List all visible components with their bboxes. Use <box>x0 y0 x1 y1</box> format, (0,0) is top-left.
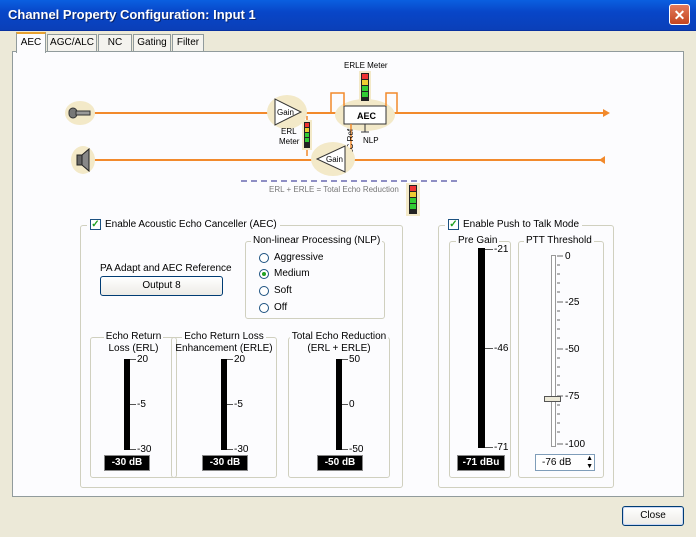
nlp-option-medium[interactable]: Medium <box>259 268 310 279</box>
spin-down-icon[interactable]: ▼ <box>586 463 593 470</box>
radio-soft[interactable] <box>259 285 269 296</box>
spin-up-icon[interactable]: ▲ <box>586 455 593 462</box>
radio-off[interactable] <box>259 302 269 313</box>
window-close-button[interactable]: ✕ <box>669 4 690 25</box>
nlp-option-aggressive[interactable]: Aggressive <box>259 252 323 263</box>
erl-tick-bottom: -30 <box>137 444 152 455</box>
total-readout: -50 dB <box>317 455 363 471</box>
tab-nc[interactable]: NC <box>98 34 132 51</box>
erl-tick-mid: -5 <box>137 399 146 410</box>
pa-output-button[interactable]: Output 8 <box>100 276 223 296</box>
total-tick-mid: 0 <box>349 399 355 410</box>
ptt-tick-100: -100 <box>565 439 586 450</box>
total-tick-top: 50 <box>349 354 361 365</box>
ptt-tick-25: -25 <box>565 297 580 308</box>
aec-block-label: AEC <box>357 111 377 121</box>
ptt-threshold-title: PTT Threshold <box>524 235 594 246</box>
nlp-option-soft[interactable]: Soft <box>259 285 292 296</box>
nlp-medium-label: Medium <box>274 268 310 279</box>
erl-led-yellow <box>305 128 309 132</box>
enable-ptt-checkbox[interactable]: ✓ <box>448 219 459 230</box>
tab-aec[interactable]: AEC <box>16 32 46 53</box>
nlp-option-off[interactable]: Off <box>259 302 287 313</box>
erle-title-1: Echo Return Loss <box>182 331 266 342</box>
nlp-soft-label: Soft <box>274 285 292 296</box>
total-tick-bottom: -50 <box>349 444 364 455</box>
total-echo-label: ERL + ERLE = Total Echo Reduction <box>269 185 399 194</box>
gain-bottom-label: Gain <box>326 155 343 164</box>
ptt-tick-75: -75 <box>565 391 580 402</box>
erle-tick-bottom: -30 <box>234 444 249 455</box>
pre-gain-title: Pre Gain <box>456 235 500 246</box>
enable-ptt-checkbox-row[interactable]: ✓ Enable Push to Talk Mode <box>445 219 583 230</box>
aec-tab-panel: Gain ERL Meter AEC NLP AEC Ref ERLE Mete… <box>12 51 684 497</box>
erl-meter-label-line2: Meter <box>279 137 300 146</box>
erl-title-1: Echo Return <box>103 331 164 342</box>
ptt-threshold-thumb[interactable] <box>544 395 561 402</box>
total-title-2: (ERL + ERLE) <box>307 343 371 354</box>
erle-meter-label: ERLE Meter <box>344 61 388 70</box>
erle-readout: -30 dB <box>202 455 248 471</box>
erle-tick-top: 20 <box>234 354 246 365</box>
erl-title-2: Loss (ERL) <box>108 343 159 354</box>
radio-aggressive[interactable] <box>259 252 269 263</box>
gain-top-label: Gain <box>277 108 294 117</box>
erle-tick-mid: -5 <box>234 399 243 410</box>
ptt-tick-50: -50 <box>565 344 580 355</box>
pre-gain-meter-bar <box>478 248 485 448</box>
tab-agc-alc[interactable]: AGC/ALC <box>47 34 97 51</box>
tab-gating[interactable]: Gating <box>133 34 171 51</box>
nlp-off-label: Off <box>274 302 288 313</box>
ptt-threshold-value[interactable]: -76 dB <box>542 457 571 468</box>
ptt-threshold-spinbox[interactable]: -76 dB ▲ ▼ <box>535 454 595 471</box>
pre-gain-tick-top: -21 <box>494 244 509 255</box>
ref-arrow-tail <box>599 156 605 164</box>
total-title-1: Total Echo Reduction <box>289 331 389 342</box>
erle-title-2: Enhancement (ERLE) <box>175 343 273 354</box>
erle-title-wrap: Echo Return Loss <box>171 331 277 342</box>
erl-led-red <box>305 123 309 127</box>
enable-aec-checkbox[interactable]: ✓ <box>90 219 101 230</box>
total-title-wrap: Total Echo Reduction <box>288 331 390 342</box>
enable-aec-label: Enable Acoustic Echo Canceller (AEC) <box>105 219 277 230</box>
nlp-aggressive-label: Aggressive <box>274 252 324 263</box>
erl-title-wrap: Echo Return <box>90 331 177 342</box>
title-bar: Channel Property Configuration: Input 1 … <box>0 0 696 31</box>
pre-gain-tick-mid: -46 <box>494 343 509 354</box>
pre-gain-readout: -71 dBu <box>457 455 505 471</box>
window-title: Channel Property Configuration: Input 1 <box>8 7 256 22</box>
enable-ptt-label: Enable Push to Talk Mode <box>463 219 580 230</box>
erl-led-green-2 <box>305 138 309 142</box>
nlp-title: Non-linear Processing (NLP) <box>251 235 383 246</box>
radio-medium[interactable] <box>259 268 269 279</box>
tab-filter[interactable]: Filter <box>172 34 204 51</box>
ptt-tick-0: 0 <box>565 251 571 262</box>
erl-readout: -30 dB <box>104 455 150 471</box>
close-button[interactable]: Close <box>622 506 684 526</box>
signal-flow-diagram: Gain ERL Meter AEC NLP AEC Ref ERLE Mete… <box>65 61 610 216</box>
input-arrow-head <box>603 109 610 117</box>
erl-meter-label-line1: ERL <box>281 127 297 136</box>
pre-gain-tick-bottom: -71 <box>494 442 509 453</box>
erl-led-green-1 <box>305 133 309 137</box>
enable-aec-checkbox-row[interactable]: ✓ Enable Acoustic Echo Canceller (AEC) <box>87 219 280 230</box>
pa-adapt-label: PA Adapt and AEC Reference <box>100 263 232 274</box>
erl-tick-top: 20 <box>137 354 149 365</box>
nlp-label: NLP <box>363 136 379 145</box>
